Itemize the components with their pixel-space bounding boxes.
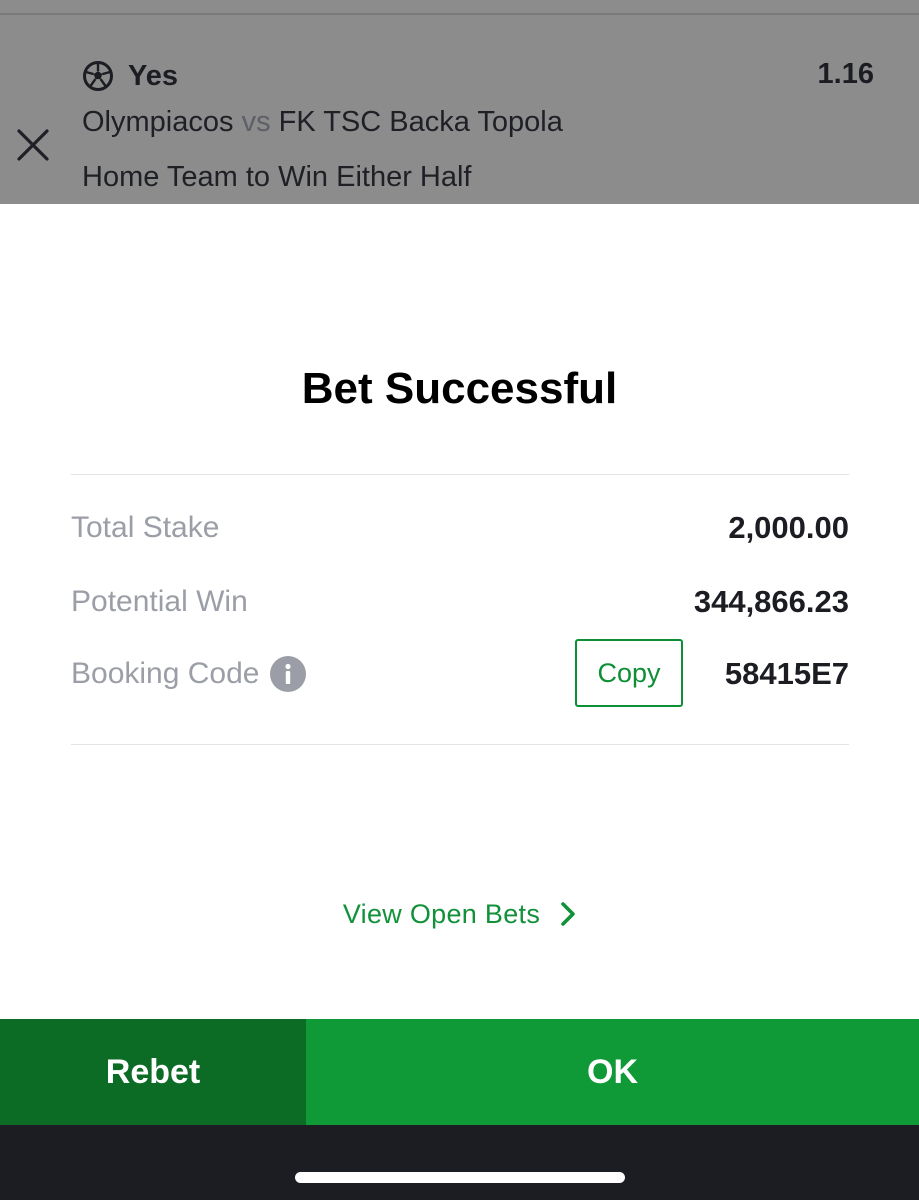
soccer-ball-icon (82, 60, 114, 92)
potential-win-value: 344,866.23 (693, 584, 849, 619)
booking-code-label: Booking Code (71, 657, 260, 690)
close-icon[interactable] (12, 124, 54, 166)
total-stake-label: Total Stake (71, 511, 220, 544)
home-indicator-bar (0, 1125, 919, 1200)
away-team: FK TSC Backa Topola (278, 106, 563, 138)
market-name: Home Team to Win Either Half (82, 161, 472, 193)
dialog-title: Bet Successful (301, 364, 618, 413)
divider (71, 474, 849, 475)
ok-button[interactable]: OK (306, 1019, 919, 1125)
divider (0, 13, 919, 15)
match-name: Olympiacos vs FK TSC Backa Topola (82, 106, 563, 139)
selection-row: Yes (82, 58, 178, 94)
betslip-backdrop: Yes 1.16 Olympiacos vs FK TSC Backa Topo… (0, 0, 919, 204)
selection-label: Yes (128, 59, 178, 92)
home-team: Olympiacos (82, 106, 234, 138)
booking-code-label-group: Booking Code (71, 652, 307, 696)
divider (71, 744, 849, 745)
total-stake-row: Total Stake 2,000.00 (71, 506, 849, 550)
view-open-bets-label: View Open Bets (342, 898, 541, 929)
potential-win-row: Potential Win 344,866.23 (71, 580, 849, 624)
info-icon[interactable] (270, 656, 307, 692)
chevron-right-icon (560, 901, 576, 927)
bet-success-dialog: Bet Successful Total Stake 2,000.00 Pote… (0, 204, 919, 1019)
booking-code-value: 58415E7 (724, 656, 849, 691)
odds-value: 1.16 (817, 58, 874, 90)
total-stake-value: 2,000.00 (728, 510, 849, 545)
potential-win-label: Potential Win (71, 585, 248, 618)
vs-label: vs (241, 106, 271, 138)
copy-button[interactable]: Copy (575, 639, 683, 707)
home-indicator[interactable] (295, 1172, 625, 1183)
rebet-button[interactable]: Rebet (0, 1019, 306, 1125)
bet-success-screen: Yes 1.16 Olympiacos vs FK TSC Backa Topo… (0, 0, 919, 1200)
view-open-bets-link[interactable]: View Open Bets (0, 894, 919, 934)
action-bar: Rebet OK (0, 1019, 919, 1125)
booking-code-row: Booking Code Copy 58415E7 (71, 639, 849, 707)
